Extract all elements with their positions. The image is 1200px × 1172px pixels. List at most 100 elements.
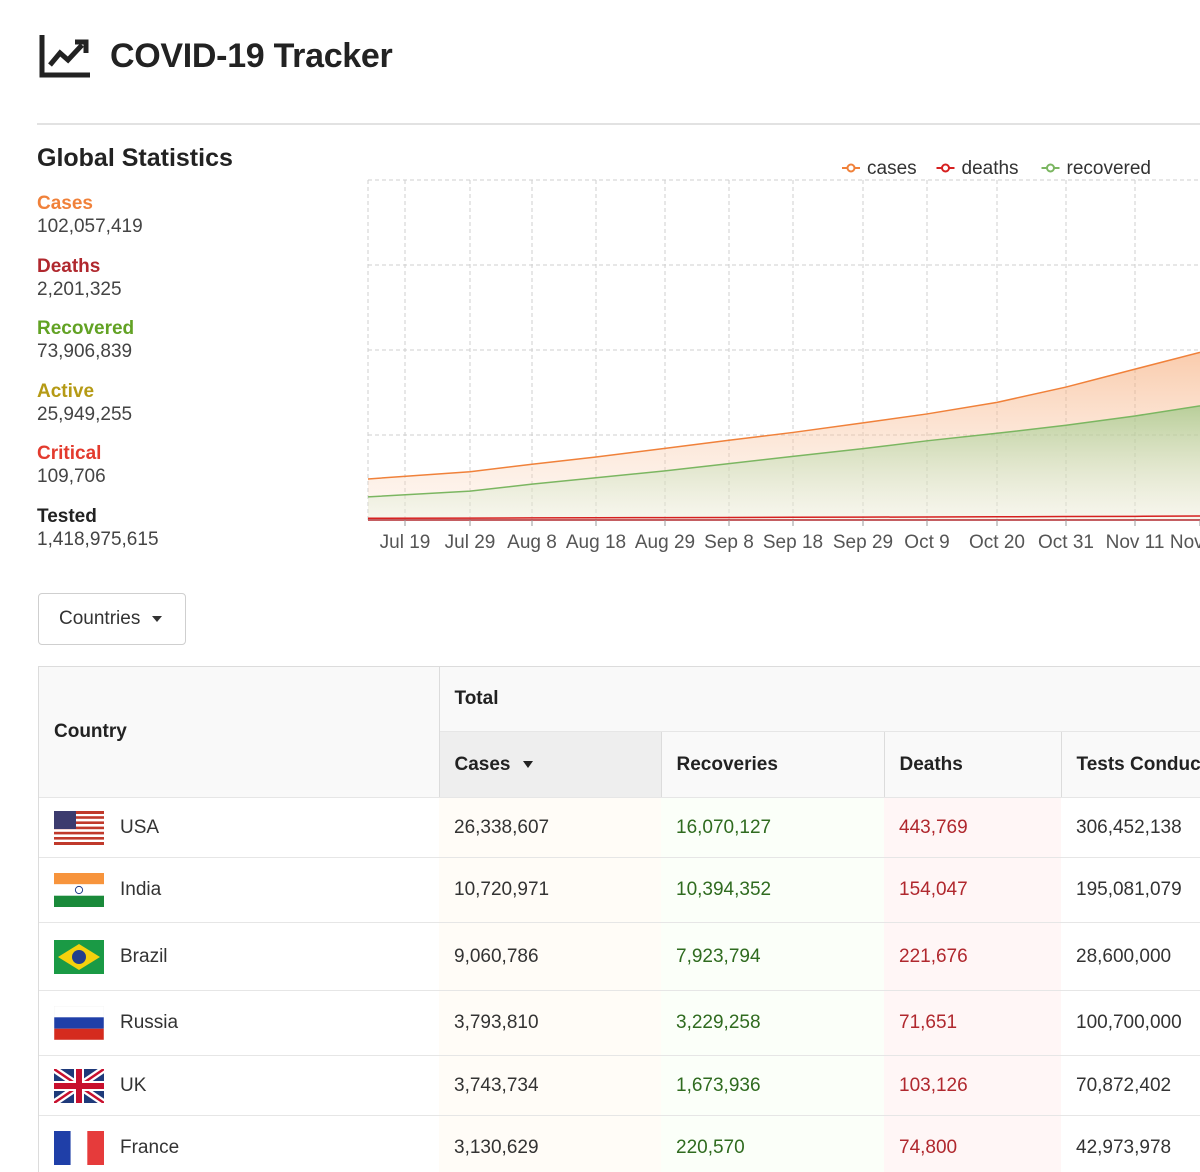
country-name: France <box>120 1136 180 1158</box>
global-statistics-panel: Global Statistics Cases 102,057,419 Deat… <box>37 144 337 568</box>
table-row[interactable]: UK 3,743,734 1,673,936 103,126 70,872,40… <box>39 1055 1200 1116</box>
legend-label: deaths <box>962 158 1019 179</box>
stat-value: 2,201,325 <box>37 278 122 300</box>
x-tick-label: Nov 11 <box>1106 532 1165 553</box>
x-tick-label: Aug 29 <box>635 532 695 553</box>
stat-value: 73,906,839 <box>37 341 133 362</box>
stat-label: Recovered <box>37 318 135 339</box>
deaths-cell: 103,126 <box>884 1055 1061 1116</box>
stat-label: Tested <box>37 505 97 527</box>
country-name: UK <box>120 1074 147 1096</box>
column-header-recoveries[interactable]: Recoveries <box>661 731 885 798</box>
recoveries-cell: 7,923,794 <box>661 922 884 991</box>
legend-label: cases <box>867 158 917 179</box>
recoveries-cell: 1,673,936 <box>661 1055 884 1116</box>
dropdown-label: Countries <box>59 608 141 629</box>
stat-recovered: Recovered 73,906,839 <box>37 318 337 381</box>
tests-cell: 100,700,000 <box>1061 990 1200 1056</box>
stat-value: 102,057,419 <box>37 216 143 237</box>
chevron-down-icon <box>152 616 163 622</box>
stat-label: Critical <box>37 443 102 464</box>
column-group-total: Total <box>439 667 1200 733</box>
global-trend-chart: Jul 19 Jul 29 Aug 8 Aug 18 Aug 29 Sep 8 Sep 18… <box>360 150 1200 560</box>
countries-dropdown[interactable]: Countries <box>38 593 186 645</box>
stat-label: Cases <box>37 193 93 214</box>
x-tick-label: Jul 19 <box>380 532 431 553</box>
stat-tested: Tested 1,418,975,615 <box>37 506 337 569</box>
country-cell: India <box>39 857 439 923</box>
legend-label: recovered <box>1067 158 1152 179</box>
usa-flag-icon <box>54 810 104 845</box>
cases-cell: 10,720,971 <box>439 857 661 923</box>
country-cell: France <box>39 1115 439 1172</box>
country-cell: Brazil <box>39 922 439 991</box>
tests-cell: 42,973,978 <box>1061 1115 1200 1172</box>
cases-cell: 26,338,607 <box>439 797 661 858</box>
table-row[interactable]: Brazil 9,060,786 7,923,794 221,676 28,60… <box>39 922 1200 991</box>
deaths-cell: 221,676 <box>884 922 1061 991</box>
stat-critical: Critical 109,706 <box>37 443 337 506</box>
table-row[interactable]: USA 26,338,607 16,070,127 443,769 306,45… <box>39 797 1200 858</box>
header-divider <box>37 123 1200 125</box>
russia-flag-icon <box>54 1006 104 1040</box>
brazil-flag-icon <box>54 939 104 974</box>
stat-value: 109,706 <box>37 466 106 487</box>
stat-value: 1,418,975,615 <box>37 528 159 550</box>
x-tick-label: Sep 8 <box>704 532 754 553</box>
recoveries-cell: 16,070,127 <box>661 797 884 858</box>
country-name: Brazil <box>120 945 168 967</box>
cases-cell: 3,793,810 <box>439 990 661 1056</box>
column-header-deaths[interactable]: Deaths <box>884 731 1062 798</box>
country-cell: Russia <box>39 990 439 1056</box>
x-tick-label: Oct 9 <box>904 532 949 553</box>
recoveries-cell: 3,229,258 <box>661 990 884 1056</box>
x-tick-label: Oct 20 <box>969 532 1025 553</box>
legend-marker-dot <box>941 163 950 173</box>
recoveries-cell: 10,394,352 <box>661 857 884 923</box>
app-title: COVID-19 Tracker <box>110 36 393 75</box>
cases-cell: 3,743,734 <box>439 1055 661 1116</box>
country-cell: UK <box>39 1055 439 1116</box>
country-name: USA <box>120 816 160 838</box>
app-header: COVID-19 Tracker <box>38 28 393 84</box>
stat-label: Deaths <box>37 255 101 277</box>
tests-cell: 70,872,402 <box>1061 1055 1200 1116</box>
stat-active: Active 25,949,255 <box>37 381 337 444</box>
column-header-cases[interactable]: Cases <box>439 731 662 798</box>
table-row[interactable]: India 10,720,971 10,394,352 154,047 195,… <box>39 857 1200 923</box>
x-tick-label: Sep 18 <box>763 532 823 553</box>
sort-descending-icon <box>522 761 533 769</box>
country-name: India <box>120 879 162 900</box>
countries-table-container: Country Total Cases Recoveries Deaths Te… <box>38 666 1200 1172</box>
global-statistics-title: Global Statistics <box>37 144 233 172</box>
stat-value: 25,949,255 <box>37 403 133 425</box>
tests-cell: 195,081,079 <box>1061 857 1200 923</box>
trending-up-chart-icon <box>39 35 90 78</box>
x-tick-label: Sep 29 <box>833 532 893 553</box>
column-header-country[interactable]: Country <box>39 667 440 798</box>
stat-deaths: Deaths 2,201,325 <box>37 256 337 319</box>
cases-cell: 9,060,786 <box>439 922 661 991</box>
deaths-cell: 154,047 <box>884 857 1061 923</box>
tests-cell: 306,452,138 <box>1061 797 1200 858</box>
stat-cases: Cases 102,057,419 <box>37 193 337 256</box>
uk-flag-icon <box>54 1068 104 1103</box>
column-header-label: Cases <box>454 753 511 775</box>
deaths-cell: 71,651 <box>884 990 1061 1056</box>
countries-table: Country Total Cases Recoveries Deaths Te… <box>39 667 1200 1172</box>
country-name: Russia <box>120 1012 179 1033</box>
cases-cell: 3,130,629 <box>439 1115 661 1172</box>
x-tick-label: Nov 21 <box>1170 532 1200 553</box>
recoveries-cell: 220,570 <box>661 1115 884 1172</box>
chart-svg: Jul 19 Jul 29 Aug 8 Aug 18 Aug 29 Sep 8 Sep 18… <box>367 158 1200 553</box>
x-tick-label: Aug 8 <box>507 532 557 553</box>
country-cell: USA <box>39 797 439 858</box>
x-tick-label: Aug 18 <box>566 532 626 553</box>
india-flag-icon <box>54 873 104 907</box>
table-row[interactable]: Russia 3,793,810 3,229,258 71,651 100,70… <box>39 990 1200 1056</box>
table-row[interactable]: France 3,130,629 220,570 74,800 42,973,9… <box>39 1115 1200 1172</box>
stat-label: Active <box>37 380 95 402</box>
x-tick-label: Jul 29 <box>445 532 496 553</box>
legend-marker-dot <box>846 163 856 173</box>
column-header-tests[interactable]: Tests Conducted <box>1061 731 1200 798</box>
